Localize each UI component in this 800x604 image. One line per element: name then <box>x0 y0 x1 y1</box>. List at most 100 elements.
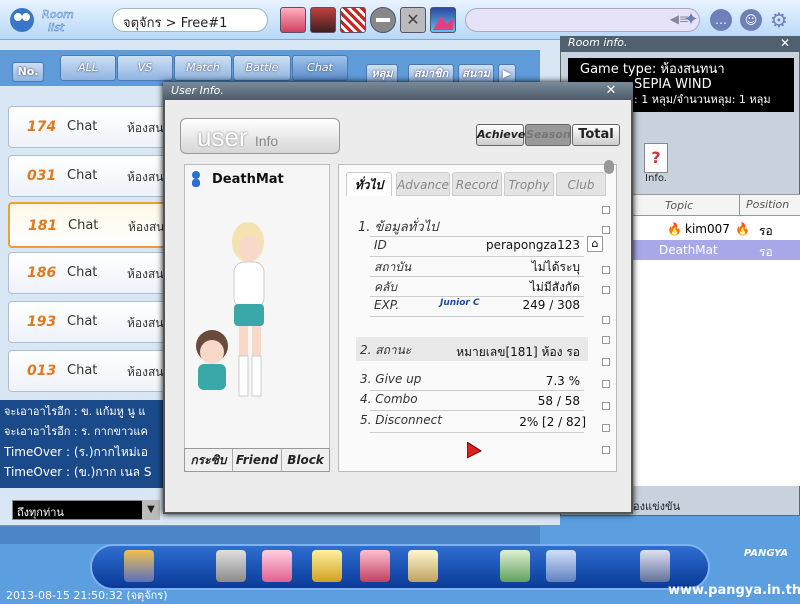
tab-general[interactable]: ทั่วไป <box>346 172 392 196</box>
room-info-footer: องแข่งขัน <box>633 500 680 513</box>
trophy-icon[interactable] <box>312 550 342 582</box>
gear-icon[interactable]: ⚙ <box>768 9 790 31</box>
room-info-title: Room info. <box>560 36 800 52</box>
gift-icon[interactable] <box>262 550 292 582</box>
bottom-toolbar <box>90 544 710 590</box>
avatar-1[interactable] <box>280 7 306 33</box>
friend-button[interactable]: Friend <box>233 449 282 471</box>
user-info-logo: user Info <box>180 118 340 154</box>
institute-value: ไม่ได้ระบุ <box>531 260 580 274</box>
room-item-selected[interactable]: 181 Chat ห้องสน <box>8 202 178 248</box>
checkbox[interactable] <box>602 286 610 294</box>
ball-icon[interactable] <box>370 7 396 33</box>
checkbox[interactable] <box>602 316 610 324</box>
tab-battle[interactable]: Battle <box>233 55 291 81</box>
sort-course-button[interactable]: สนาม <box>458 64 494 84</box>
sort-holes-button[interactable]: หลุม <box>366 64 398 84</box>
checkbox[interactable] <box>602 358 610 366</box>
puzzle-icon[interactable] <box>408 550 438 582</box>
table-row[interactable]: 🔥 kim007 🔥 รอ <box>633 222 800 242</box>
channel-label: จตุจักร > Free#1 <box>112 8 268 32</box>
status-label: 2. สถานะ <box>360 343 412 357</box>
id-value: perapongza123 <box>485 238 580 252</box>
tab-all[interactable]: ALL <box>60 55 116 81</box>
close-x-icon[interactable]: ✕ <box>400 7 426 33</box>
chat-log: จะเอาอาไรอีก : ข. แก้มหู นู แ จะเอาอาไรอ… <box>0 400 175 488</box>
tab-club[interactable]: Club <box>556 172 606 196</box>
tab-season[interactable]: Season <box>525 124 571 146</box>
question-icon: ? <box>644 143 668 173</box>
id-label: ID <box>374 238 387 252</box>
checkbox[interactable] <box>602 336 610 344</box>
timestamp: 2013-08-15 21:50:32 (จตุจักร) <box>6 589 168 602</box>
divider <box>370 316 584 317</box>
close-icon[interactable]: ✕ <box>603 83 619 99</box>
tab-total[interactable]: Total <box>572 124 620 146</box>
checkbox[interactable] <box>602 206 610 214</box>
whisper-button[interactable]: กระซิบ <box>185 449 233 471</box>
sort-number-button[interactable]: No. <box>12 62 44 82</box>
checkbox[interactable] <box>602 446 610 454</box>
chat-line: จะเอาอาไรอีก : ร. กากขาวแค <box>4 425 148 438</box>
tab-trophy[interactable]: Trophy <box>504 172 554 196</box>
room-item[interactable]: 013 Chat ห้องสน <box>8 350 178 392</box>
user-info-title: User Info. <box>163 82 633 100</box>
cards-icon[interactable] <box>546 550 576 582</box>
tab-achieve[interactable]: Achieve. <box>476 124 530 146</box>
checkbox[interactable] <box>602 266 610 274</box>
block-button[interactable]: Block <box>282 449 329 471</box>
user-action-bar: กระซิบ Friend Block <box>184 448 330 472</box>
chevron-down-icon[interactable]: ▼ <box>142 500 160 520</box>
giveup-label: 3. Give up <box>360 372 422 386</box>
svg-text:Room: Room <box>42 8 74 21</box>
checkbox[interactable] <box>602 402 610 410</box>
flame-icon: 🔥 <box>667 222 682 236</box>
pangya-logo: PANGYA <box>743 548 789 559</box>
next-arrow-icon[interactable]: ▶ <box>498 64 516 84</box>
table-row-selected[interactable]: DeathMat รอ <box>633 240 800 260</box>
close-icon[interactable]: ✕ <box>780 36 796 52</box>
chat-line: TimeOver : (ร.)กากไหม่เอ <box>4 445 148 459</box>
tab-advance[interactable]: Advance <box>396 172 450 196</box>
club-value: ไม่มีสังกัด <box>529 280 580 294</box>
mountain-icon[interactable] <box>430 7 456 33</box>
exp-label: EXP. <box>374 298 400 312</box>
site-url: www.pangya.in.th <box>668 583 800 598</box>
divider-bar <box>0 526 540 544</box>
chat-bubble-icon[interactable]: … <box>710 9 732 31</box>
tab-record[interactable]: Record <box>452 172 502 196</box>
chat-line: จะเอาอาไรอีก : ข. แก้มหู นู แ <box>4 405 146 418</box>
checkbox[interactable] <box>602 226 610 234</box>
room-item[interactable]: 186 Chat ห้องสน <box>8 252 178 294</box>
top-input[interactable]: ◀≡ <box>465 8 700 32</box>
tab-match[interactable]: Match <box>174 55 232 81</box>
settings-icon[interactable] <box>640 550 670 582</box>
tab-vs[interactable]: VS <box>117 55 173 81</box>
info-button[interactable]: ? Info. <box>640 143 672 193</box>
house-arrow-icon[interactable] <box>500 550 530 582</box>
music-icon[interactable] <box>124 550 154 582</box>
tab-chat[interactable]: Chat <box>292 55 348 81</box>
sort-members-button[interactable]: สมาชิก <box>408 64 454 84</box>
room-item[interactable]: 193 Chat ห้องสน <box>8 301 178 343</box>
home-icon[interactable] <box>360 550 390 582</box>
room-item[interactable]: 174 Chat ห้องสน <box>8 106 178 148</box>
checkbox[interactable] <box>602 380 610 388</box>
room-item[interactable]: 031 Chat ห้องสน <box>8 155 178 197</box>
face-icon[interactable]: ☺ <box>740 9 762 31</box>
checkbox[interactable] <box>602 424 610 432</box>
shop-icon[interactable] <box>216 550 246 582</box>
room-list-logo[interactable]: Room list <box>6 4 82 36</box>
player-table: 🔥 kim007 🔥 รอ DeathMat รอ <box>633 216 800 486</box>
character-image <box>186 196 328 441</box>
player-table-header: Topic Position <box>633 194 800 216</box>
avatar-3[interactable] <box>340 7 366 33</box>
sparkle-icon[interactable]: ✦ <box>680 9 702 31</box>
home-icon[interactable]: ⌂ <box>587 236 603 252</box>
flame-icon: 🔥 <box>735 222 750 236</box>
avatar-2[interactable] <box>310 7 336 33</box>
divider <box>370 390 584 391</box>
scrollbar-thumb[interactable] <box>604 160 614 174</box>
chat-target-select[interactable]: ถึงทุกท่าน <box>12 500 160 520</box>
combo-value: 58 / 58 <box>537 394 580 408</box>
